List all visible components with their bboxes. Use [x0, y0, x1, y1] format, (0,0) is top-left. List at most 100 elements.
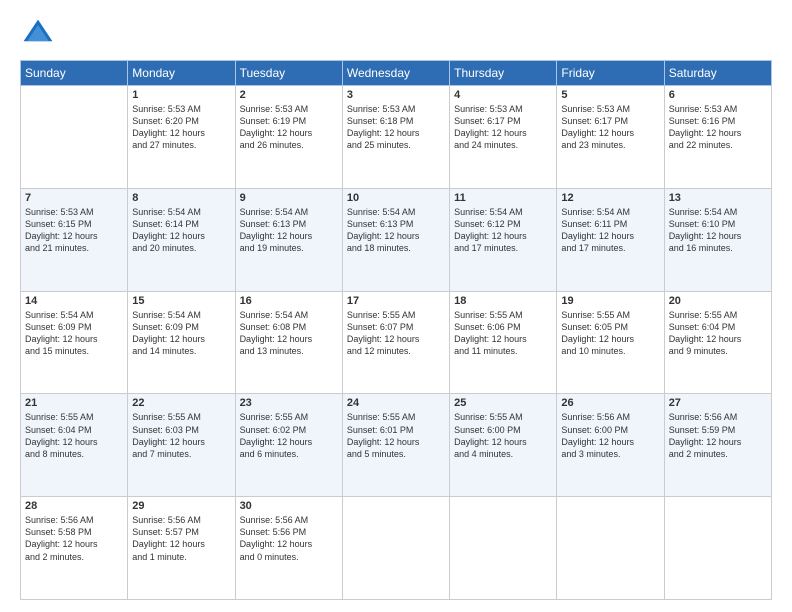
calendar-cell: 22Sunrise: 5:55 AM Sunset: 6:03 PM Dayli… [128, 394, 235, 497]
calendar-week-row: 14 Sunrise: 5:54 AM Sunset: 6:09 PM Dayli… [21, 291, 772, 394]
cell-info: Sunrise: 5:56 AM Sunset: 5:56 PM Dayligh… [240, 514, 338, 563]
calendar-week-row: 1 Sunrise: 5:53 AM Sunset: 6:20 PM Daylig… [21, 86, 772, 189]
calendar-cell: 25 Sunrise: 5:55 AM Sunset: 6:00 PM Dayli… [450, 394, 557, 497]
day-number: 3 [347, 89, 445, 101]
calendar-cell: 1 Sunrise: 5:53 AM Sunset: 6:20 PM Daylig… [128, 86, 235, 189]
cell-info: Sunrise: 5:53 AM Sunset: 6:15 PM Dayligh… [25, 206, 123, 255]
day-number: 27 [669, 397, 767, 409]
day-number: 9 [240, 192, 338, 204]
cell-info: Sunrise: 5:54 AM Sunset: 6:09 PM Dayligh… [25, 309, 123, 358]
cell-info: Sunrise: 5:53 AM Sunset: 6:19 PM Dayligh… [240, 103, 338, 152]
calendar-cell: 17 Sunrise: 5:55 AM Sunset: 6:07 PM Dayli… [342, 291, 449, 394]
day-number: 19 [561, 295, 659, 307]
calendar-cell: 8 Sunrise: 5:54 AM Sunset: 6:14 PM Daylig… [128, 188, 235, 291]
day-number: 18 [454, 295, 552, 307]
calendar-cell: 7 Sunrise: 5:53 AM Sunset: 6:15 PM Daylig… [21, 188, 128, 291]
calendar-week-row: 28 Sunrise: 5:56 AM Sunset: 5:58 PM Dayli… [21, 497, 772, 600]
day-number: 4 [454, 89, 552, 101]
day-number: 30 [240, 500, 338, 512]
cell-info: Sunrise: 5:56 AM Sunset: 5:57 PM Dayligh… [132, 514, 230, 563]
day-number: 17 [347, 295, 445, 307]
day-number: 8 [132, 192, 230, 204]
calendar-table: SundayMondayTuesdayWednesdayThursdayFrid… [20, 60, 772, 600]
calendar-cell [664, 497, 771, 600]
calendar-cell: 4 Sunrise: 5:53 AM Sunset: 6:17 PM Daylig… [450, 86, 557, 189]
cell-info: Sunrise: 5:55 AM Sunset: 6:07 PM Dayligh… [347, 309, 445, 358]
day-number: 10 [347, 192, 445, 204]
logo-icon [20, 16, 56, 52]
cell-info: Sunrise: 5:56 AM Sunset: 6:00 PM Dayligh… [561, 411, 659, 460]
cell-info: Sunrise: 5:53 AM Sunset: 6:18 PM Dayligh… [347, 103, 445, 152]
day-number: 25 [454, 397, 552, 409]
calendar-cell: 16 Sunrise: 5:54 AM Sunset: 6:08 PM Dayli… [235, 291, 342, 394]
calendar-cell: 24 Sunrise: 5:55 AM Sunset: 6:01 PM Dayli… [342, 394, 449, 497]
day-number: 20 [669, 295, 767, 307]
calendar-cell [21, 86, 128, 189]
cell-info: Sunrise: 5:54 AM Sunset: 6:12 PM Dayligh… [454, 206, 552, 255]
calendar-cell: 29 Sunrise: 5:56 AM Sunset: 5:57 PM Dayli… [128, 497, 235, 600]
cell-info: Sunrise: 5:53 AM Sunset: 6:17 PM Dayligh… [454, 103, 552, 152]
calendar-cell: 26 Sunrise: 5:56 AM Sunset: 6:00 PM Dayli… [557, 394, 664, 497]
day-number: 29 [132, 500, 230, 512]
weekday-header-monday: Monday [128, 61, 235, 86]
calendar-week-row: 21Sunrise: 5:55 AM Sunset: 6:04 PM Dayli… [21, 394, 772, 497]
day-number: 16 [240, 295, 338, 307]
day-number: 15 [132, 295, 230, 307]
calendar-week-row: 7 Sunrise: 5:53 AM Sunset: 6:15 PM Daylig… [21, 188, 772, 291]
cell-info: Sunrise: 5:55 AM Sunset: 6:04 PM Dayligh… [669, 309, 767, 358]
day-number: 24 [347, 397, 445, 409]
weekday-header-sunday: Sunday [21, 61, 128, 86]
calendar-cell: 27 Sunrise: 5:56 AM Sunset: 5:59 PM Dayli… [664, 394, 771, 497]
calendar-cell: 5 Sunrise: 5:53 AM Sunset: 6:17 PM Daylig… [557, 86, 664, 189]
header [20, 16, 772, 52]
calendar-cell [342, 497, 449, 600]
weekday-header-tuesday: Tuesday [235, 61, 342, 86]
weekday-header-wednesday: Wednesday [342, 61, 449, 86]
day-number: 7 [25, 192, 123, 204]
cell-info: Sunrise: 5:54 AM Sunset: 6:08 PM Dayligh… [240, 309, 338, 358]
day-number: 1 [132, 89, 230, 101]
weekday-header-friday: Friday [557, 61, 664, 86]
day-number: 13 [669, 192, 767, 204]
cell-info: Sunrise: 5:53 AM Sunset: 6:20 PM Dayligh… [132, 103, 230, 152]
calendar-cell: 10 Sunrise: 5:54 AM Sunset: 6:13 PM Dayli… [342, 188, 449, 291]
cell-info: Sunrise: 5:55 AM Sunset: 6:00 PM Dayligh… [454, 411, 552, 460]
cell-info: Sunrise: 5:53 AM Sunset: 6:17 PM Dayligh… [561, 103, 659, 152]
calendar-cell: 15 Sunrise: 5:54 AM Sunset: 6:09 PM Dayli… [128, 291, 235, 394]
calendar-cell: 19 Sunrise: 5:55 AM Sunset: 6:05 PM Dayli… [557, 291, 664, 394]
cell-info: Sunrise: 5:56 AM Sunset: 5:58 PM Dayligh… [25, 514, 123, 563]
cell-info: Sunrise: 5:54 AM Sunset: 6:10 PM Dayligh… [669, 206, 767, 255]
cell-info: Sunrise: 5:53 AM Sunset: 6:16 PM Dayligh… [669, 103, 767, 152]
page: SundayMondayTuesdayWednesdayThursdayFrid… [0, 0, 792, 612]
calendar-cell: 14 Sunrise: 5:54 AM Sunset: 6:09 PM Dayli… [21, 291, 128, 394]
cell-info: Sunrise: 5:54 AM Sunset: 6:09 PM Dayligh… [132, 309, 230, 358]
calendar-cell: 11Sunrise: 5:54 AM Sunset: 6:12 PM Dayli… [450, 188, 557, 291]
cell-info: Sunrise: 5:55 AM Sunset: 6:03 PM Dayligh… [132, 411, 230, 460]
logo [20, 16, 60, 52]
weekday-header-thursday: Thursday [450, 61, 557, 86]
weekday-header-saturday: Saturday [664, 61, 771, 86]
cell-info: Sunrise: 5:54 AM Sunset: 6:13 PM Dayligh… [240, 206, 338, 255]
calendar-cell [450, 497, 557, 600]
cell-info: Sunrise: 5:54 AM Sunset: 6:11 PM Dayligh… [561, 206, 659, 255]
calendar-cell: 9 Sunrise: 5:54 AM Sunset: 6:13 PM Daylig… [235, 188, 342, 291]
cell-info: Sunrise: 5:54 AM Sunset: 6:14 PM Dayligh… [132, 206, 230, 255]
day-number: 6 [669, 89, 767, 101]
day-number: 23 [240, 397, 338, 409]
cell-info: Sunrise: 5:55 AM Sunset: 6:06 PM Dayligh… [454, 309, 552, 358]
day-number: 21 [25, 397, 123, 409]
weekday-header-row: SundayMondayTuesdayWednesdayThursdayFrid… [21, 61, 772, 86]
calendar-cell [557, 497, 664, 600]
day-number: 5 [561, 89, 659, 101]
day-number: 14 [25, 295, 123, 307]
day-number: 26 [561, 397, 659, 409]
cell-info: Sunrise: 5:54 AM Sunset: 6:13 PM Dayligh… [347, 206, 445, 255]
calendar-cell: 21Sunrise: 5:55 AM Sunset: 6:04 PM Dayli… [21, 394, 128, 497]
cell-info: Sunrise: 5:55 AM Sunset: 6:01 PM Dayligh… [347, 411, 445, 460]
day-number: 28 [25, 500, 123, 512]
cell-info: Sunrise: 5:56 AM Sunset: 5:59 PM Dayligh… [669, 411, 767, 460]
calendar-cell: 6 Sunrise: 5:53 AM Sunset: 6:16 PM Daylig… [664, 86, 771, 189]
cell-info: Sunrise: 5:55 AM Sunset: 6:05 PM Dayligh… [561, 309, 659, 358]
calendar-cell: 28 Sunrise: 5:56 AM Sunset: 5:58 PM Dayli… [21, 497, 128, 600]
day-number: 12 [561, 192, 659, 204]
